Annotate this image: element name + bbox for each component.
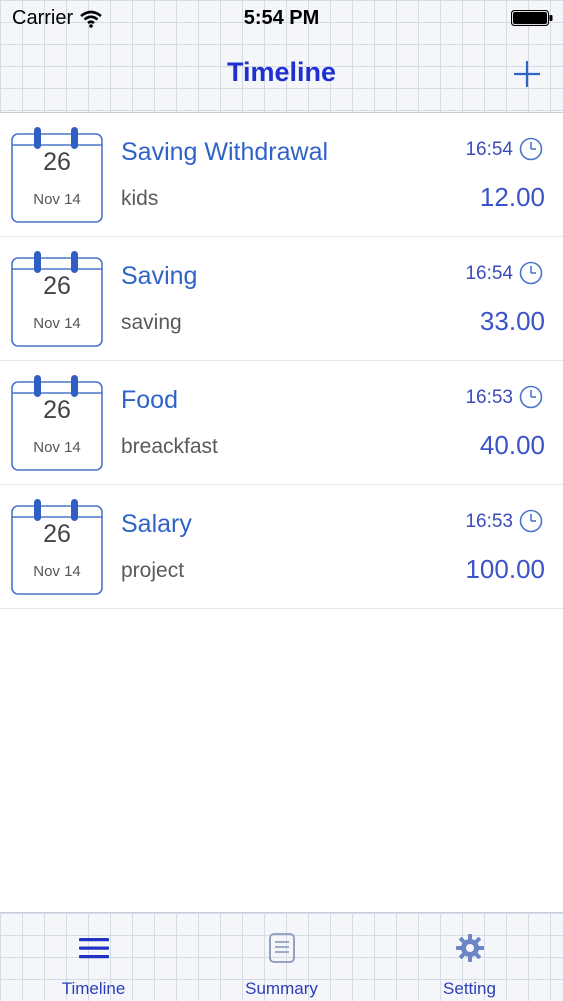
status-bar: Carrier 5:54 PM bbox=[0, 0, 563, 36]
date-month: Nov 14 bbox=[33, 439, 81, 456]
calendar-date: 26 Nov 14 bbox=[11, 375, 103, 471]
clock-icon bbox=[519, 137, 543, 161]
entry-note: project bbox=[121, 559, 185, 582]
entry-note: kids bbox=[121, 187, 159, 210]
list-item[interactable]: 26 Nov 14 Salary project 16:53 100.00 bbox=[0, 485, 563, 609]
tab-label: Timeline bbox=[61, 979, 126, 998]
entry-title: Saving bbox=[121, 262, 198, 290]
list-icon bbox=[79, 938, 109, 959]
date-month: Nov 14 bbox=[33, 315, 81, 332]
list-item[interactable]: 26 Nov 14 Saving saving 16:54 33.00 bbox=[0, 237, 563, 361]
date-month: Nov 14 bbox=[33, 191, 81, 208]
tab-bar: Timeline Summary Setting bbox=[0, 912, 563, 1001]
entry-time: 16:53 bbox=[465, 387, 513, 408]
calendar-date: 26 Nov 14 bbox=[11, 499, 103, 595]
list-item[interactable]: 26 Nov 14 Saving Withdrawal kids 16:54 1… bbox=[0, 113, 563, 237]
tab-label: Summary bbox=[245, 979, 318, 998]
entry-title: Saving Withdrawal bbox=[121, 138, 329, 166]
clock-icon bbox=[519, 261, 543, 285]
date-day: 26 bbox=[43, 520, 71, 548]
clock-icon bbox=[519, 385, 543, 409]
battery-icon bbox=[511, 10, 553, 26]
entry-note: breackfast bbox=[121, 435, 218, 458]
date-day: 26 bbox=[43, 148, 71, 176]
entry-note: saving bbox=[121, 311, 182, 334]
entry-title: Food bbox=[121, 386, 178, 414]
timeline-list: 26 Nov 14 Saving Withdrawal kids 16:54 1… bbox=[0, 113, 563, 609]
date-day: 26 bbox=[43, 272, 71, 300]
entry-amount: 100.00 bbox=[465, 554, 545, 584]
document-icon bbox=[269, 933, 295, 963]
clock-icon bbox=[519, 509, 543, 533]
entry-title: Salary bbox=[121, 510, 192, 538]
entry-amount: 12.00 bbox=[479, 182, 545, 212]
entry-time: 16:54 bbox=[465, 263, 513, 284]
calendar-date: 26 Nov 14 bbox=[11, 251, 103, 347]
tab-label: Setting bbox=[443, 979, 496, 998]
gear-icon bbox=[456, 934, 484, 962]
add-entry-button[interactable] bbox=[511, 58, 543, 90]
top-bar: Carrier 5:54 PM Timeline bbox=[0, 0, 563, 113]
entry-time: 16:54 bbox=[465, 139, 513, 160]
date-day: 26 bbox=[43, 396, 71, 424]
calendar-date: 26 Nov 14 bbox=[11, 127, 103, 223]
entry-amount: 40.00 bbox=[479, 430, 545, 460]
tab-summary[interactable]: Summary bbox=[188, 913, 375, 1001]
entry-time: 16:53 bbox=[465, 511, 513, 532]
list-item[interactable]: 26 Nov 14 Food breackfast 16:53 40.00 bbox=[0, 361, 563, 485]
status-time: 5:54 PM bbox=[243, 7, 320, 29]
entry-amount: 33.00 bbox=[479, 306, 545, 336]
tab-timeline[interactable]: Timeline bbox=[0, 913, 187, 1001]
date-month: Nov 14 bbox=[33, 563, 81, 580]
tab-setting[interactable]: Setting bbox=[376, 913, 563, 1001]
page-title: Timeline bbox=[226, 57, 337, 87]
